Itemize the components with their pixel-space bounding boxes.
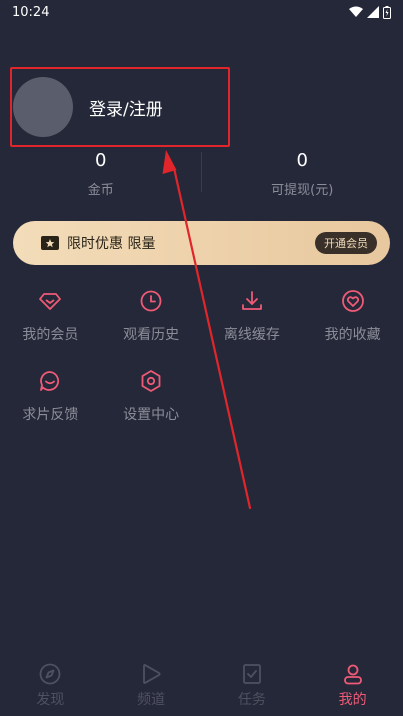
- menu-item-request-feedback[interactable]: 求片反馈: [0, 368, 101, 426]
- settings-icon: [138, 368, 164, 394]
- nav-label: 发现: [36, 692, 65, 708]
- status-time: 10:24: [12, 4, 50, 20]
- menu-item-my-membership[interactable]: 我的会员: [0, 288, 101, 346]
- stats-divider: [201, 152, 202, 192]
- play-icon: [139, 662, 163, 686]
- menu-item-watch-history[interactable]: 观看历史: [101, 288, 202, 346]
- menu-label: 观看历史: [123, 327, 180, 343]
- menu-label: 设置中心: [123, 407, 180, 423]
- menu-label: 求片反馈: [22, 407, 79, 423]
- chat-icon: [37, 368, 63, 394]
- task-icon: [240, 662, 264, 686]
- coins-stat[interactable]: 0 金币: [0, 150, 202, 200]
- open-vip-button[interactable]: 开通会员: [315, 232, 377, 254]
- withdrawable-value: 0: [296, 150, 308, 171]
- vip-banner[interactable]: 限时优惠 限量 开通会员: [13, 221, 390, 265]
- bottom-nav: 发现 频道 任务 我的: [0, 655, 403, 716]
- nav-discover[interactable]: 发现: [0, 655, 101, 716]
- menu-label: 离线缓存: [223, 327, 280, 343]
- status-bar: 10:24: [0, 0, 403, 24]
- wifi-icon: [349, 6, 363, 18]
- menu-item-my-favorites[interactable]: 我的收藏: [302, 288, 403, 346]
- vip-promo-text: 限时优惠 限量: [67, 236, 156, 252]
- avatar[interactable]: [13, 77, 73, 137]
- menu-item-offline-cache[interactable]: 离线缓存: [202, 288, 303, 346]
- signal-icon: [367, 6, 379, 18]
- compass-icon: [38, 662, 62, 686]
- nav-channel[interactable]: 频道: [101, 655, 202, 716]
- nav-label: 我的: [338, 692, 367, 708]
- withdrawable-stat[interactable]: 0 可提现(元): [202, 150, 403, 200]
- login-profile-button[interactable]: 登录/注册: [12, 70, 228, 144]
- login-register-label[interactable]: 登录/注册: [89, 95, 163, 120]
- download-icon: [239, 288, 265, 314]
- menu-label: 我的会员: [22, 327, 79, 343]
- nav-mine[interactable]: 我的: [302, 655, 403, 716]
- withdrawable-label: 可提现(元): [271, 183, 334, 198]
- user-icon: [341, 662, 365, 686]
- clock-icon: [138, 288, 164, 314]
- coins-label: 金币: [87, 183, 114, 198]
- heart-icon: [340, 288, 366, 314]
- menu-label: 我的收藏: [324, 327, 381, 343]
- ticket-star-icon: [41, 234, 59, 252]
- nav-label: 任务: [237, 692, 266, 708]
- menu-grid: 我的会员 观看历史 离线缓存 我的收藏 求片反馈 设置中心: [0, 288, 403, 426]
- battery-icon: [383, 5, 391, 19]
- coins-value: 0: [95, 150, 107, 171]
- menu-item-settings[interactable]: 设置中心: [101, 368, 202, 426]
- nav-label: 频道: [137, 692, 166, 708]
- nav-tasks[interactable]: 任务: [202, 655, 303, 716]
- status-icons: [349, 5, 391, 19]
- diamond-icon: [37, 288, 63, 314]
